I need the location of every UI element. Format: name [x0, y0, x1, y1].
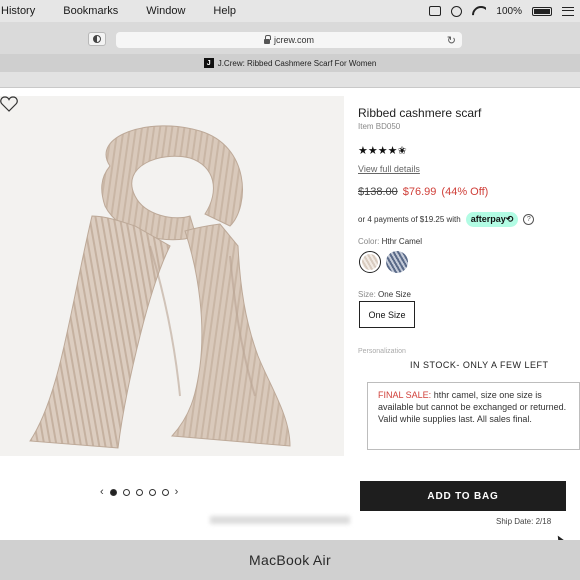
afterpay-text: or 4 payments of $19.25 with: [358, 215, 461, 224]
time-machine-icon[interactable]: [451, 5, 463, 17]
tab-bar: J J.Crew: Ribbed Cashmere Scarf For Wome…: [0, 54, 580, 72]
jcrew-favicon-icon: J: [203, 58, 214, 68]
afterpay-logo[interactable]: afterpay⟲: [465, 212, 519, 227]
rating-stars-icon[interactable]: ★★★★✬: [358, 144, 407, 157]
color-value: Hthr Camel: [381, 237, 423, 246]
carousel-dot[interactable]: [161, 488, 169, 496]
image-carousel-nav: ‹ ›: [100, 486, 218, 498]
menubar-status: 100%: [429, 0, 574, 22]
price-row: $138.00 $76.99 (44% Off): [358, 186, 488, 198]
stock-status: IN STOCK- ONLY A FEW LEFT: [410, 360, 549, 370]
screen: History Bookmarks Window Help 100% jcrew…: [0, 0, 580, 540]
menu-help[interactable]: Help: [213, 5, 246, 17]
menu-history[interactable]: History: [0, 5, 45, 17]
product-image[interactable]: [0, 96, 344, 456]
carousel-dot[interactable]: [135, 488, 143, 496]
personalization-label[interactable]: Personalization: [358, 348, 406, 355]
blurred-promo-text: [210, 516, 350, 524]
wifi-icon[interactable]: [472, 6, 486, 16]
original-price: $138.00: [358, 186, 398, 198]
size-value: One Size: [378, 290, 411, 299]
notification-center-icon[interactable]: [562, 6, 574, 16]
size-label-text: Size:: [358, 290, 376, 299]
color-label: Color: Hthr Camel: [358, 237, 422, 246]
lock-icon: [263, 34, 271, 44]
carousel-dot[interactable]: [148, 488, 156, 496]
menu-window[interactable]: Window: [146, 5, 195, 17]
privacy-shield-icon: [93, 35, 101, 43]
url-text: jcrew.com: [273, 35, 314, 45]
product-page: ‹ › Ribbed cashmere scarf Item BD050 ★★★…: [0, 88, 580, 540]
product-info-panel: Ribbed cashmere scarf Item BD050 ★★★★✬ V…: [358, 88, 580, 540]
browser-toolbar: jcrew.com ↻: [0, 22, 580, 54]
swatch-navy[interactable]: [386, 251, 408, 273]
view-full-details-link[interactable]: View full details: [358, 164, 420, 174]
color-label-text: Color:: [358, 237, 380, 246]
carousel-dot[interactable]: [109, 488, 117, 496]
address-bar[interactable]: jcrew.com ↻: [116, 32, 462, 48]
menu-bookmarks[interactable]: Bookmarks: [63, 5, 128, 17]
menubar-menus: History Bookmarks Window Help: [0, 5, 246, 17]
final-sale-heading: FINAL SALE:: [378, 390, 432, 400]
final-sale-notice: FINAL SALE: hthr camel, size one size is…: [367, 382, 580, 450]
add-to-bag-button[interactable]: ADD TO BAG: [360, 481, 566, 511]
swatch-hthr-camel[interactable]: [359, 251, 381, 273]
product-title: Ribbed cashmere scarf: [358, 106, 482, 120]
carousel-next-icon[interactable]: ›: [175, 486, 179, 498]
laptop-bezel: MacBook Air: [0, 540, 580, 580]
carousel-dot[interactable]: [122, 488, 130, 496]
carousel-prev-icon[interactable]: ‹: [100, 486, 104, 498]
info-icon[interactable]: ?: [523, 214, 535, 225]
sale-price: $76.99: [402, 186, 437, 198]
ship-date: Ship Date: 2/18: [496, 517, 552, 526]
privacy-report-button[interactable]: [88, 32, 106, 46]
afterpay-row: or 4 payments of $19.25 with afterpay⟲ ?: [358, 212, 535, 227]
item-number: Item BD050: [358, 122, 401, 131]
scarf-illustration: [29, 125, 291, 449]
discount-percent: (44% Off): [441, 186, 489, 198]
reload-icon[interactable]: ↻: [447, 34, 456, 47]
battery-percent: 100%: [496, 5, 522, 17]
battery-icon[interactable]: [532, 6, 552, 16]
screen-share-icon[interactable]: [429, 6, 442, 16]
size-one-size-button[interactable]: One Size: [359, 301, 415, 328]
menubar: History Bookmarks Window Help 100%: [0, 0, 580, 22]
wishlist-heart-icon[interactable]: [0, 96, 18, 112]
tab-title[interactable]: J.Crew: Ribbed Cashmere Scarf For Women: [218, 59, 377, 68]
size-label: Size: One Size: [358, 290, 411, 299]
site-header-strip: [0, 72, 580, 88]
swatch-camel-fill: [362, 254, 378, 270]
device-label: MacBook Air: [249, 552, 331, 568]
